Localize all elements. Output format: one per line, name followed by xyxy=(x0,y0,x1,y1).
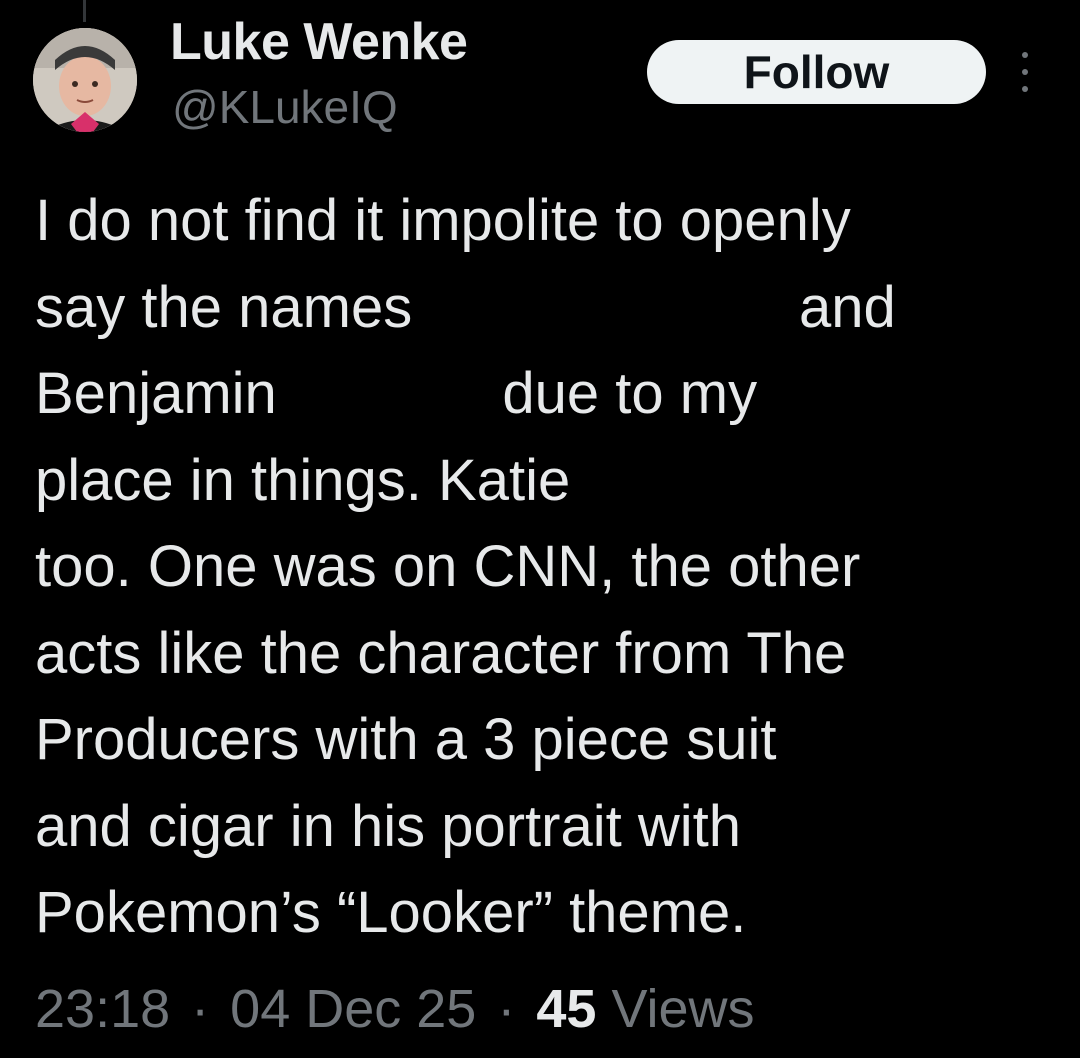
tweet-meta: 23:18 · 04 Dec 25 · 45 Views xyxy=(35,978,755,1040)
tweet-line: Benjamin due to my xyxy=(35,361,758,426)
more-dot xyxy=(1022,69,1028,75)
follow-button[interactable]: Follow xyxy=(647,40,986,104)
tweet-line: Producers with a 3 piece suit xyxy=(35,707,777,772)
more-dot xyxy=(1022,86,1028,92)
author-avatar[interactable] xyxy=(33,28,137,132)
tweet-line: acts like the character from The xyxy=(35,620,847,686)
tweet-line: Pokemon’s “Looker” theme. xyxy=(35,880,747,945)
tweet-date[interactable]: 04 Dec 25 xyxy=(230,979,476,1039)
thread-connector-line xyxy=(83,0,86,22)
meta-separator: · xyxy=(191,979,210,1039)
tweet-line: too. One was on CNN, the other xyxy=(35,534,861,599)
tweet-body: I do not find it impolite to openly say … xyxy=(35,178,1045,957)
avatar-image xyxy=(33,28,137,132)
tweet-line: say the names and xyxy=(35,274,896,340)
more-vertical-icon[interactable] xyxy=(1014,52,1036,92)
tweet-time[interactable]: 23:18 xyxy=(35,979,170,1039)
views-label[interactable]: Views xyxy=(611,979,754,1039)
author-handle[interactable]: @KLukeIQ xyxy=(172,80,398,134)
meta-separator: · xyxy=(497,979,516,1039)
tweet-line: place in things. Katie xyxy=(35,447,571,513)
tweet-line: I do not find it impolite to openly xyxy=(35,188,851,253)
more-dot xyxy=(1022,52,1028,58)
views-count[interactable]: 45 xyxy=(536,979,596,1039)
author-display-name[interactable]: Luke Wenke xyxy=(170,12,468,72)
tweet-line: and cigar in his portrait with xyxy=(35,793,741,859)
